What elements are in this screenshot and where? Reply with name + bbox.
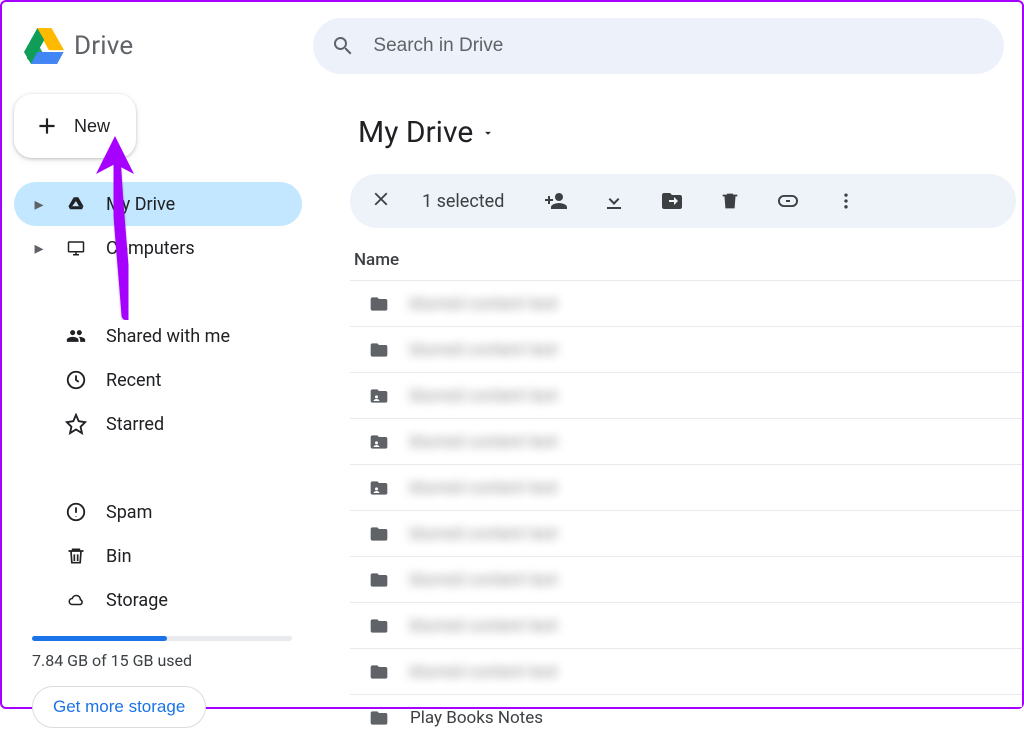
sidebar-item-computers[interactable]: ▸ Computers [14, 226, 302, 270]
move-button[interactable] [658, 189, 686, 213]
file-row[interactable]: blurred content text [350, 280, 1022, 326]
file-name: blurred content text [410, 386, 558, 406]
file-name: blurred content text [410, 478, 558, 498]
drive-logo-icon [24, 28, 64, 64]
caret-down-icon [481, 126, 495, 140]
folder-icon [368, 570, 392, 590]
file-name: blurred content text [410, 616, 558, 636]
new-button[interactable]: New [14, 94, 136, 158]
file-row[interactable]: blurred content text [350, 418, 1022, 464]
sidebar-item-label: Spam [106, 502, 152, 523]
share-button[interactable] [542, 189, 570, 213]
more-actions-button[interactable] [832, 189, 860, 213]
sidebar-item-label: Shared with me [106, 326, 230, 347]
sidebar-item-spam[interactable]: Spam [14, 490, 302, 534]
selection-count: 1 selected [422, 191, 504, 212]
file-row[interactable]: blurred content text [350, 648, 1022, 694]
storage-used-label: 7.84 GB of 15 GB used [32, 651, 302, 670]
file-row[interactable]: blurred content text [350, 602, 1022, 648]
file-name: blurred content text [410, 524, 558, 544]
file-name: blurred content text [410, 294, 558, 314]
search-bar[interactable] [313, 18, 1004, 74]
search-icon [331, 34, 355, 58]
file-name: blurred content text [410, 432, 558, 452]
chevron-right-icon: ▸ [32, 194, 46, 215]
file-row[interactable]: blurred content text [350, 372, 1022, 418]
breadcrumb-my-drive[interactable]: My Drive [350, 111, 503, 154]
trash-icon [64, 545, 88, 567]
sidebar-item-my-drive[interactable]: ▸ My Drive [14, 182, 302, 226]
get-link-button[interactable] [774, 189, 802, 213]
file-row[interactable]: Play Books Notes [350, 694, 1022, 740]
sidebar-item-label: Recent [106, 370, 161, 391]
person-add-icon [544, 189, 568, 213]
file-row[interactable]: blurred content text [350, 556, 1022, 602]
sidebar-item-label: Storage [106, 590, 168, 611]
file-name: blurred content text [410, 662, 558, 682]
sidebar-item-label: Starred [106, 414, 164, 435]
sidebar-item-recent[interactable]: Recent [14, 358, 302, 402]
more-vert-icon [836, 189, 856, 213]
download-button[interactable] [600, 189, 628, 213]
people-icon [64, 326, 88, 346]
folder-icon [368, 386, 392, 406]
sidebar-item-bin[interactable]: Bin [14, 534, 302, 578]
chevron-right-icon: ▸ [32, 238, 46, 259]
folder-icon [368, 708, 392, 728]
selection-toolbar: 1 selected [350, 174, 1016, 228]
folder-icon [368, 432, 392, 452]
folder-move-icon [660, 189, 684, 213]
file-row[interactable]: blurred content text [350, 326, 1022, 372]
sidebar-item-storage[interactable]: Storage [14, 578, 302, 622]
sidebar-item-shared[interactable]: Shared with me [14, 314, 302, 358]
app-logo[interactable]: Drive [24, 28, 133, 64]
storage-meter [32, 636, 292, 641]
new-button-label: New [74, 116, 110, 137]
clear-selection-button[interactable] [370, 188, 392, 214]
file-row[interactable]: blurred content text [350, 510, 1022, 556]
cloud-icon [64, 591, 88, 609]
search-input[interactable] [373, 35, 986, 57]
drive-icon [64, 195, 88, 213]
column-header-name[interactable]: Name [354, 250, 1022, 280]
folder-icon [368, 662, 392, 682]
computers-icon [64, 239, 88, 257]
sidebar-item-label: My Drive [106, 194, 175, 215]
clock-icon [64, 369, 88, 391]
sidebar-item-label: Bin [106, 546, 132, 567]
download-icon [602, 189, 626, 213]
star-icon [64, 413, 88, 435]
folder-icon [368, 524, 392, 544]
close-icon [370, 188, 392, 210]
get-more-storage-button[interactable]: Get more storage [32, 686, 206, 728]
app-name: Drive [74, 31, 133, 61]
file-name: blurred content text [410, 570, 558, 590]
folder-icon [368, 616, 392, 636]
folder-icon [368, 340, 392, 360]
file-name: blurred content text [410, 340, 558, 360]
file-row[interactable]: blurred content text [350, 464, 1022, 510]
delete-button[interactable] [716, 189, 744, 213]
spam-icon [64, 501, 88, 523]
sidebar-item-label: Computers [106, 238, 195, 259]
folder-icon [368, 294, 392, 314]
sidebar-item-starred[interactable]: Starred [14, 402, 302, 446]
folder-icon [368, 478, 392, 498]
trash-icon [719, 189, 741, 213]
plus-icon [34, 113, 60, 139]
page-title: My Drive [358, 115, 473, 150]
file-name: Play Books Notes [410, 708, 543, 728]
link-icon [776, 189, 800, 213]
